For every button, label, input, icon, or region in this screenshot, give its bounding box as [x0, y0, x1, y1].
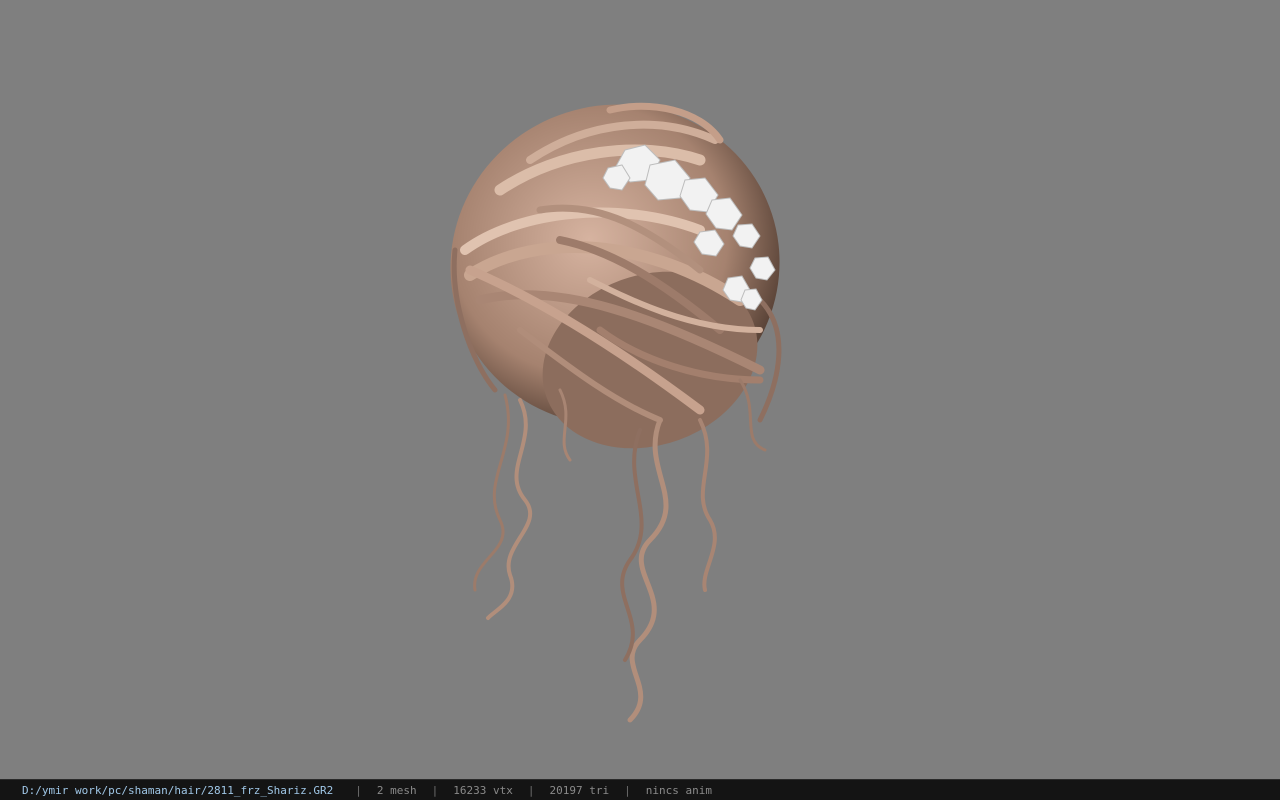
status-separator: | [355, 783, 362, 797]
model-file-path: D:/ymir work/pc/shaman/hair/2811_frz_Sha… [22, 783, 334, 797]
3d-viewport[interactable] [0, 0, 1280, 779]
status-bar: D:/ymir work/pc/shaman/hair/2811_frz_Sha… [0, 779, 1280, 800]
status-separator: | [527, 783, 535, 797]
animation-status: nincs anim [645, 783, 712, 797]
hair-model-render [450, 102, 782, 723]
status-separator: | [431, 783, 439, 797]
triangle-count: 20197 tri [549, 783, 610, 797]
mesh-count: 2 mesh [376, 783, 417, 797]
vertex-count: 16233 vtx [453, 783, 513, 797]
status-separator: | [624, 783, 631, 797]
